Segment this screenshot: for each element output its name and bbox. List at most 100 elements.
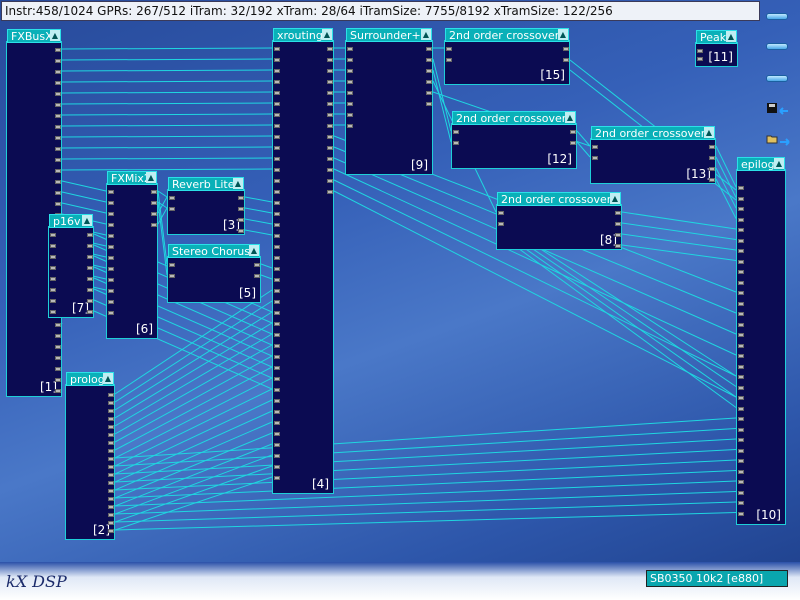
port-pin[interactable] (327, 102, 333, 106)
port-pin[interactable] (347, 124, 353, 128)
module-header[interactable]: xrouting ▲ (273, 28, 333, 42)
port-pin[interactable] (55, 180, 61, 184)
port-pin[interactable] (327, 179, 333, 183)
port-pin[interactable] (274, 157, 280, 161)
module-fxmix2[interactable]: FXMix2 ▲ [6] (106, 171, 158, 339)
port-pin[interactable] (738, 186, 744, 190)
port-pin[interactable] (274, 410, 280, 414)
port-pin[interactable] (108, 223, 114, 227)
port-pin[interactable] (709, 145, 715, 149)
port-pin[interactable] (274, 58, 280, 62)
port-pin[interactable] (238, 207, 244, 211)
port-pin[interactable] (108, 489, 114, 493)
port-pin[interactable] (50, 233, 56, 237)
port-pin[interactable] (108, 425, 114, 429)
port-pin[interactable] (327, 157, 333, 161)
port-pin[interactable] (697, 57, 703, 61)
module-header[interactable]: FXBusX ▲ (7, 29, 61, 43)
port-pin[interactable] (274, 190, 280, 194)
port-pin[interactable] (738, 448, 744, 453)
port-pin[interactable] (87, 288, 93, 292)
port-pin[interactable] (108, 245, 114, 249)
port-pin[interactable] (274, 135, 280, 139)
port-pin[interactable] (274, 234, 280, 238)
port-pin[interactable] (50, 288, 56, 292)
port-pin[interactable] (50, 255, 56, 259)
module-prolog[interactable]: prolog ▲ [2] (65, 372, 115, 540)
port-pin[interactable] (108, 465, 114, 469)
module-reverb-lite[interactable]: Reverb Lite ▲ [3] (167, 177, 245, 235)
port-pin[interactable] (738, 333, 744, 337)
port-pin[interactable] (738, 196, 744, 201)
module-header[interactable]: epilog ▲ (737, 157, 785, 171)
minimize-icon[interactable]: ▲ (421, 29, 431, 40)
port-pin[interactable] (108, 433, 114, 437)
port-pin[interactable] (738, 228, 744, 232)
module-header[interactable]: 2nd order crossover ▲ (591, 126, 715, 140)
port-pin[interactable] (55, 81, 61, 85)
port-pin[interactable] (738, 385, 744, 390)
port-pin[interactable] (55, 356, 61, 360)
module-header[interactable]: Stereo Chorus ▲ (168, 244, 260, 258)
port-pin[interactable] (274, 355, 280, 359)
port-pin[interactable] (108, 256, 114, 260)
module-crossover-8[interactable]: 2nd order crossover ▲ [8] (496, 192, 622, 250)
port-pin[interactable] (274, 223, 280, 227)
port-pin[interactable] (169, 263, 175, 267)
port-pin[interactable] (87, 299, 93, 303)
port-pin[interactable] (108, 393, 114, 397)
port-pin[interactable] (55, 367, 61, 371)
port-pin[interactable] (108, 481, 114, 485)
port-pin[interactable] (446, 58, 452, 62)
minimize-icon[interactable]: ▲ (249, 245, 259, 256)
port-pin[interactable] (238, 229, 244, 233)
module-header[interactable]: prolog ▲ (66, 372, 114, 386)
port-pin[interactable] (426, 69, 432, 73)
port-pin[interactable] (563, 47, 569, 51)
port-pin[interactable] (55, 158, 61, 162)
port-pin[interactable] (738, 490, 744, 495)
port-pin[interactable] (274, 102, 280, 106)
port-pin[interactable] (347, 69, 353, 73)
port-pin[interactable] (426, 91, 432, 95)
port-pin[interactable] (87, 233, 93, 237)
port-pin[interactable] (709, 156, 715, 160)
port-pin[interactable] (738, 427, 744, 432)
device-label[interactable]: SB0350 10k2 [e880] (646, 570, 788, 587)
port-pin[interactable] (254, 274, 260, 278)
port-pin[interactable] (592, 145, 598, 149)
port-pin[interactable] (709, 167, 715, 171)
port-pin[interactable] (108, 449, 114, 453)
port-pin[interactable] (347, 80, 353, 84)
module-surrounder[interactable]: Surrounder+ ▲ [9] (345, 28, 433, 175)
port-pin[interactable] (274, 465, 280, 469)
port-pin[interactable] (709, 178, 715, 182)
port-pin[interactable] (108, 234, 114, 238)
module-header[interactable]: 2nd order crossover ▲ (497, 192, 621, 206)
port-pin[interactable] (151, 201, 157, 205)
port-pin[interactable] (274, 443, 280, 447)
port-pin[interactable] (108, 401, 114, 405)
module-header[interactable]: FXMix2 ▲ (107, 171, 157, 185)
port-pin[interactable] (50, 310, 56, 314)
port-pin[interactable] (738, 238, 744, 243)
port-pin[interactable] (738, 406, 744, 411)
port-pin[interactable] (738, 259, 744, 264)
module-p16v[interactable]: p16v ▲ [7] (48, 214, 94, 318)
port-pin[interactable] (426, 58, 432, 62)
port-pin[interactable] (274, 212, 280, 216)
port-pin[interactable] (347, 102, 353, 106)
minimize-icon[interactable]: ▲ (774, 158, 784, 169)
module-epilog[interactable]: epilog ▲ [10] (736, 157, 786, 525)
port-pin[interactable] (50, 244, 56, 248)
port-pin[interactable] (108, 278, 114, 282)
module-crossover-13[interactable]: 2nd order crossover ▲ [13] (590, 126, 716, 184)
port-pin[interactable] (738, 469, 744, 474)
module-header[interactable]: Peak ▲ (696, 30, 737, 44)
port-pin[interactable] (87, 266, 93, 270)
minimize-icon[interactable]: ▲ (322, 29, 332, 40)
port-pin[interactable] (55, 125, 61, 129)
port-pin[interactable] (738, 249, 744, 253)
port-pin[interactable] (274, 421, 280, 425)
port-pin[interactable] (274, 388, 280, 392)
